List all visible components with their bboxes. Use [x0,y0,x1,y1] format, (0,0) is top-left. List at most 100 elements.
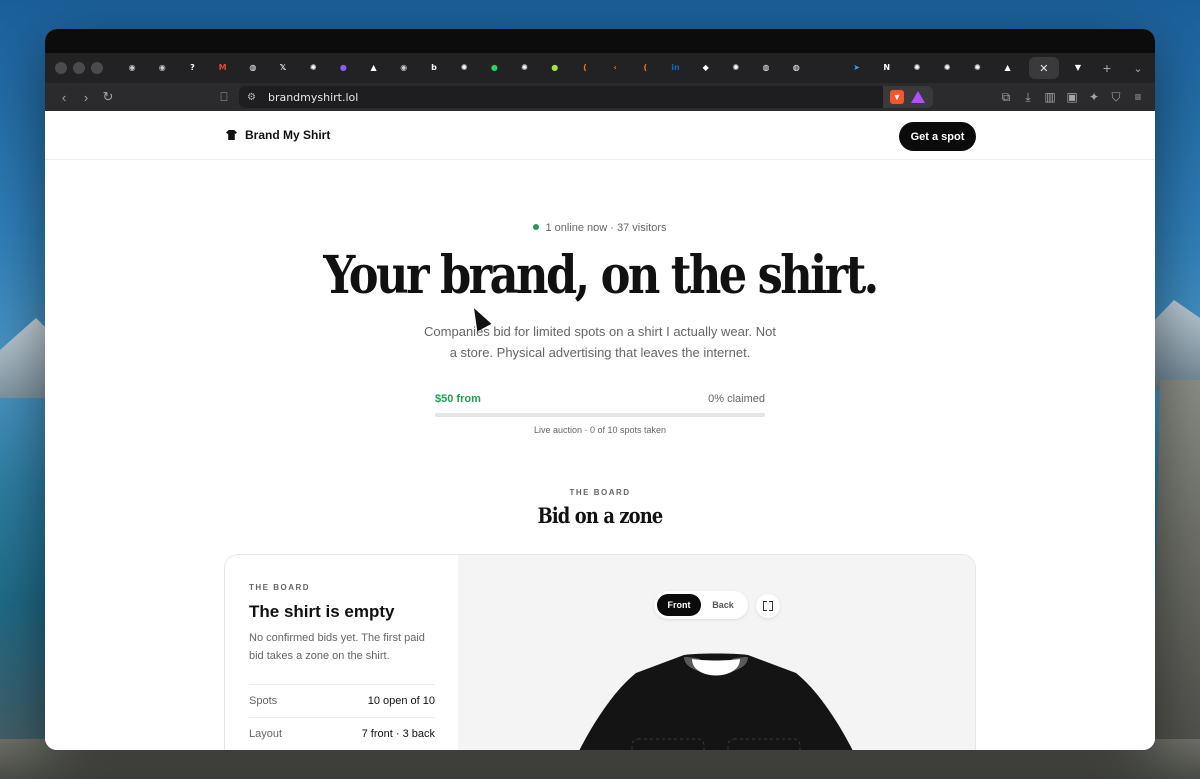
triangle-icon: ▲ [370,63,377,72]
tab[interactable]: ◍ [751,57,781,79]
tab[interactable]: ✺ [902,57,932,79]
tab[interactable]: ‹ [600,57,630,79]
stat-label: Layout [249,728,283,740]
browser-window: ◉ ◉? M ◍ 𝕏 ✺ ● ▲ ◉ b ✺ ● ✺ ● (‹ (in ◆ ✺ ◍ ◍ ➤ N ✺ ✺ ✺ ▲ ✕ ▼ + ⌄ ‹… [45,29,1155,750]
help-icon: ? [190,63,195,72]
get-a-spot-button[interactable]: Get a spot [899,122,976,151]
vpn-icon[interactable]: ⛉ [1107,90,1125,105]
tab[interactable]: ✺ [298,57,328,79]
tab[interactable]: ◍ [781,57,811,79]
new-tab-button[interactable]: + [1093,60,1121,76]
presence-text: 1 online now · 37 visitors [545,222,667,234]
active-tab[interactable]: ✕ [1028,57,1059,79]
tab[interactable]: ▲ [359,57,389,79]
chatgpt-icon: ✺ [913,63,921,72]
chatgpt-icon: ✺ [732,63,740,72]
tab[interactable]: ✺ [962,57,992,79]
tab[interactable]: ? [177,57,207,79]
tab[interactable]: ( [570,57,600,79]
board-stats: Spots 10 open of 10 Layout 7 front · 3 b… [249,684,435,750]
orange-bracket-icon: ( [643,63,648,72]
tab[interactable]: ● [540,57,570,79]
shirt-icon [226,130,237,140]
x-icon: 𝕏 [279,63,287,72]
tab[interactable]: ◉ [117,57,147,79]
purple-app-icon: ● [339,63,347,72]
tab[interactable]: ✺ [449,57,479,79]
auction-row: $50 from 0% claimed [435,393,765,405]
browser-toolbar: ‹ › ↻ ⎕ ⚙ brandmyshirt.lol ▼ ⧉ ⤓ ▥ ▣ ✦ ⛉… [45,83,1155,111]
wallet-icon[interactable]: ▣ [1063,90,1081,105]
front-view-button[interactable]: Front [657,594,701,616]
toolbar-actions: ⧉ ⤓ ▥ ▣ ✦ ⛉ ≡ [997,90,1147,105]
tab[interactable]: M [208,57,238,79]
tab[interactable]: ✺ [509,57,539,79]
tab-bar: ◉ ◉? M ◍ 𝕏 ✺ ● ▲ ◉ b ✺ ● ✺ ● (‹ (in ◆ ✺ ◍ ◍ ➤ N ✺ ✺ ✺ ▲ ✕ ▼ + ⌄ [45,53,1155,83]
stat-row-layout: Layout 7 front · 3 back [249,717,435,750]
reload-button[interactable]: ↻ [97,89,119,105]
tab[interactable]: ➤ [842,57,872,79]
tab[interactable]: N [872,57,902,79]
menu-icon[interactable]: ≡ [1129,90,1147,105]
tab[interactable]: ✺ [721,57,751,79]
view-toggle: Front Back [654,591,748,619]
sidebar-icon[interactable]: ▥ [1041,90,1059,105]
tab[interactable]: ◉ [147,57,177,79]
fullscreen-button[interactable] [756,594,780,618]
extensions-icon[interactable]: ⧉ [997,90,1015,105]
site-info-icon[interactable]: ⚙ [247,92,256,103]
tab[interactable]: 𝕏 [268,57,298,79]
download-icon[interactable]: ⤓ [1019,90,1037,105]
tab[interactable]: ▼ [1063,57,1093,79]
brand-name[interactable]: Brand My Shirt [245,128,330,142]
tab-list-button[interactable]: ⌄ [1121,62,1155,75]
tab[interactable]: ● [328,57,358,79]
bookmark-icon[interactable]: ⎕ [213,90,235,105]
hero-headline: Your brand, on the shirt. [323,245,879,306]
tab[interactable]: ( [630,57,660,79]
close-icon[interactable]: ✕ [1038,62,1050,74]
claimed-percent: 0% claimed [708,393,765,405]
tab-strip: ◉ ◉? M ◍ 𝕏 ✺ ● ▲ ◉ b ✺ ● ✺ ● (‹ (in ◆ ✺ ◍ ◍ ➤ N ✺ ✺ ✺ ▲ [117,57,1025,79]
tab[interactable]: ◉ [389,57,419,79]
site-header: Brand My Shirt Get a spot [45,111,1155,160]
triangle-icon: ▲ [1004,63,1011,72]
tab[interactable]: b [419,57,449,79]
brave-shields-icon[interactable]: ▼ [890,90,904,104]
tab[interactable]: ✺ [932,57,962,79]
github-icon: ◍ [249,63,257,72]
close-window-button[interactable] [55,62,67,74]
zoom-window-button[interactable] [91,62,103,74]
tab[interactable]: in [660,57,690,79]
globe-icon: ◉ [400,63,408,72]
minimize-window-button[interactable] [73,62,85,74]
brave-rewards-icon[interactable] [911,91,925,103]
address-bar[interactable]: ⚙ brandmyshirt.lol ▼ [239,86,933,108]
leo-ai-icon[interactable]: ✦ [1085,90,1103,105]
auction-status: Live auction · 0 of 10 spots taken [533,425,667,435]
b-icon: b [431,63,437,72]
auction-progress: $50 from 0% claimed Live auction · 0 of … [435,393,765,435]
title-bar [45,29,1155,53]
section-eyebrow: THE BOARD [569,488,631,497]
board-card: THE BOARD The shirt is empty No confirme… [224,554,976,750]
chatgpt-icon: ✺ [460,63,468,72]
chatgpt-icon: ✺ [521,63,528,72]
window-controls [55,62,103,74]
tab[interactable]: ● [479,57,509,79]
online-dot-icon [533,224,540,231]
tab[interactable]: ▲ [992,57,1022,79]
wallpaper-mountain [1148,300,1200,390]
hero-subhead: Companies bid for limited spots on a shi… [424,324,776,360]
back-view-button[interactable]: Back [701,594,745,616]
tab[interactable]: ◍ [238,57,268,79]
back-button[interactable]: ‹ [53,90,75,105]
presence-indicator: 1 online now · 37 visitors [45,222,1155,234]
tab[interactable] [811,57,841,79]
address-bar-actions: ▼ [883,86,933,108]
tab[interactable]: ◆ [691,57,721,79]
globe-icon: ◉ [128,63,136,72]
site-logo[interactable]: Brand My Shirt [226,128,330,142]
url-text[interactable]: brandmyshirt.lol [268,91,358,104]
forward-button[interactable]: › [75,90,97,105]
